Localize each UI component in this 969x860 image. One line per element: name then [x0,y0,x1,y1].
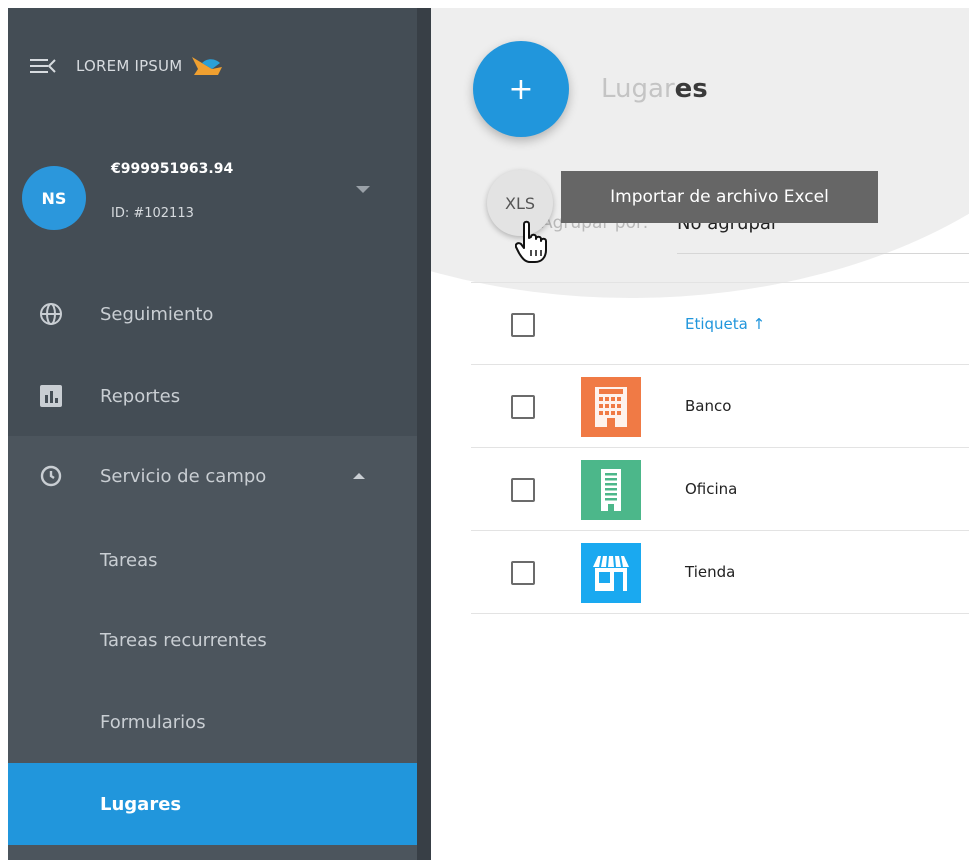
row-label: Tienda [685,563,736,581]
table-row[interactable]: Banco [471,365,969,448]
row-checkbox[interactable] [511,478,535,502]
table-row[interactable]: Oficina [471,448,969,531]
sidebar-item-recurring-tasks[interactable]: Tareas recurrentes [8,600,417,680]
table-header: Etiqueta ↑ [471,282,969,365]
brand-name: LOREM IPSUM [76,57,183,75]
row-checkbox[interactable] [511,395,535,419]
sidebar-item-label: Formularios [100,711,206,733]
hand-pointer-icon [515,220,547,263]
chevron-up-icon [353,473,365,479]
account-balance: €999951963.94 [111,161,234,177]
main-content: + Lugares Agrupar por: No agrupar XLS Im… [431,8,969,860]
select-all-checkbox[interactable] [511,313,535,337]
bank-icon [581,377,641,437]
clock-icon [38,463,64,489]
sidebar-item-label: Reportes [100,385,181,407]
sidebar-item-label: Servicio de campo [100,465,267,487]
collapse-menu-icon[interactable] [30,56,56,76]
sidebar-item-label: Seguimiento [100,303,214,325]
brand-header: LOREM IPSUM [30,51,224,81]
globe-icon [38,301,64,327]
office-building-icon [581,460,641,520]
group-by-underline [677,253,969,254]
sidebar-item-reports[interactable]: Reportes [8,356,417,436]
sidebar-item-places[interactable]: Lugares [8,763,417,845]
sidebar-item-label: Tareas [100,549,158,571]
table-row[interactable]: Tienda [471,531,969,614]
sidebar-divider [417,8,431,860]
account-id: ID: #102113 [111,206,194,221]
sidebar-item-forms[interactable]: Formularios [8,682,417,762]
row-label: Banco [685,397,732,415]
sort-ascending-icon: ↑ [752,315,766,333]
avatar: NS [22,166,86,230]
bar-chart-icon [38,383,64,409]
sidebar-item-tasks[interactable]: Tareas [8,520,417,600]
sidebar-item-label: Lugares [100,793,182,815]
tooltip: Importar de archivo Excel [561,171,878,223]
account-switcher[interactable]: NS €999951963.94 ID: #102113 [8,148,417,248]
bird-logo-icon [192,57,223,75]
sidebar-item-field-service[interactable]: Servicio de campo [8,436,417,516]
page-title: Lugares [601,74,708,104]
column-header-label[interactable]: Etiqueta ↑ [685,315,765,333]
sidebar-item-label: Tareas recurrentes [100,629,267,651]
store-icon [581,543,641,603]
row-checkbox[interactable] [511,561,535,585]
sidebar-item-tracking[interactable]: Seguimiento [8,274,417,354]
chevron-down-icon[interactable] [356,186,370,193]
add-place-button[interactable]: + [473,41,569,137]
row-label: Oficina [685,480,738,498]
